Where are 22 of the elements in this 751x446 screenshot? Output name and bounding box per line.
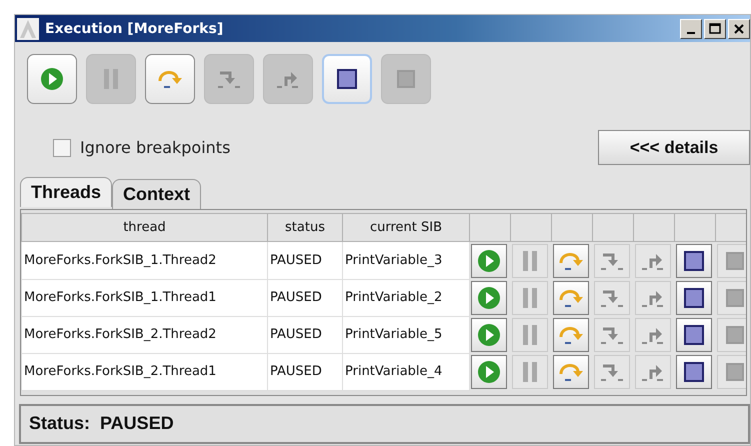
- tab[interactable]: Context: [112, 179, 202, 209]
- checkbox-label: Ignore breakpoints: [80, 138, 230, 157]
- status-label: Status:: [29, 413, 90, 434]
- table-cell: PAUSED: [268, 242, 342, 279]
- status-value: PAUSED: [100, 413, 174, 434]
- table-cell: PAUSED: [268, 316, 342, 353]
- details-button[interactable]: <<< details: [598, 130, 750, 165]
- table-cell: PAUSED: [268, 279, 342, 316]
- column-header: current SIB: [342, 214, 470, 242]
- table-cell: MoreForks.ForkSIB_1.Thread1: [22, 279, 268, 316]
- column-header: status: [268, 214, 342, 242]
- table-cell: PrintVariable_5: [342, 316, 470, 353]
- table-cell: PrintVariable_3: [342, 242, 470, 279]
- table-cell: PrintVariable_4: [342, 353, 470, 390]
- table-cell: MoreForks.ForkSIB_2.Thread1: [22, 353, 268, 390]
- table-cell: PAUSED: [268, 353, 342, 390]
- table-cell: PrintVariable_2: [342, 279, 470, 316]
- tab[interactable]: Threads: [20, 177, 112, 207]
- table-cell: MoreForks.ForkSIB_1.Thread2: [22, 242, 268, 279]
- table-cell: MoreForks.ForkSIB_2.Thread2: [22, 316, 268, 353]
- column-header: thread: [22, 214, 268, 242]
- window-title: Execution [MoreForks]: [45, 20, 224, 36]
